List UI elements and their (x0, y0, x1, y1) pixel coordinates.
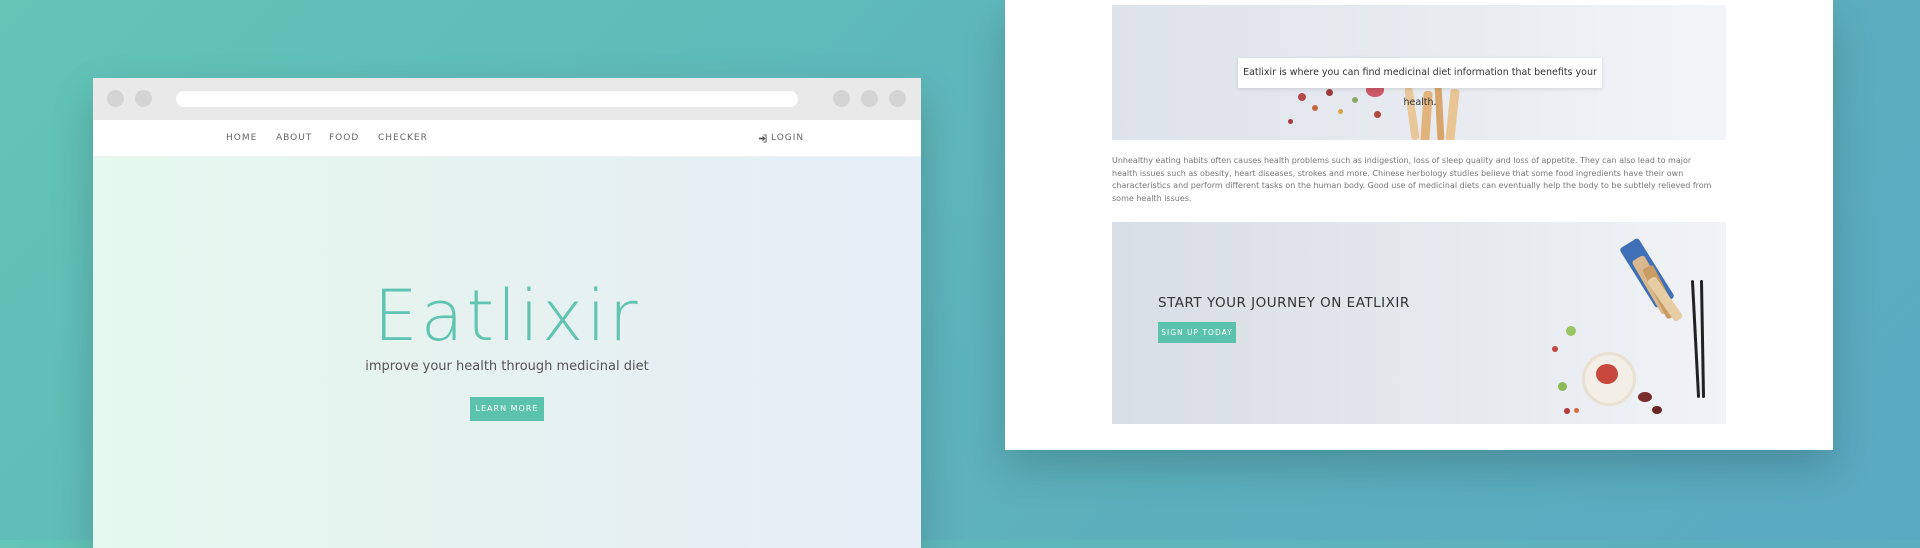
intro-banner: Eatlixir is where you can find medicinal… (1112, 5, 1726, 140)
intro-paragraph: Unhealthy eating habits often causes hea… (1112, 156, 1712, 203)
browser-action-dot[interactable] (861, 90, 878, 107)
login-link[interactable]: LOGIN (758, 133, 804, 143)
sign-up-button[interactable]: SIGN UP TODAY (1158, 322, 1236, 343)
hero-title: Eatlixir (373, 275, 641, 357)
site-nav: HOME ABOUT FOOD CHECKER LOGIN (93, 120, 921, 157)
nav-checker-link[interactable]: CHECKER (378, 133, 428, 143)
signup-banner: START YOUR JOURNEY ON EATLIXIR SIGN UP T… (1112, 222, 1726, 424)
nav-home-link[interactable]: HOME (226, 133, 257, 143)
login-icon (758, 133, 767, 143)
page-mockup: Eatlixir is where you can find medicinal… (1005, 0, 1833, 450)
browser-mockup: HOME ABOUT FOOD CHECKER LOGIN Eatlixir i… (93, 78, 921, 548)
nav-about-link[interactable]: ABOUT (276, 133, 312, 143)
browser-toolbar (93, 78, 921, 120)
hero-section: Eatlixir improve your health through med… (93, 157, 921, 548)
window-control-dot[interactable] (135, 90, 152, 107)
intro-caption: Eatlixir is where you can find medicinal… (1238, 58, 1602, 108)
cta-title: START YOUR JOURNEY ON EATLIXIR (1158, 295, 1410, 311)
window-control-dot[interactable] (107, 90, 124, 107)
browser-action-dot[interactable] (889, 90, 906, 107)
hero-subtitle: improve your health through medicinal di… (365, 359, 649, 374)
learn-more-button[interactable]: LEARN MORE (470, 397, 544, 421)
browser-action-dot[interactable] (833, 90, 850, 107)
login-label: LOGIN (771, 133, 805, 143)
nav-food-link[interactable]: FOOD (329, 133, 359, 143)
address-bar[interactable] (176, 91, 798, 107)
